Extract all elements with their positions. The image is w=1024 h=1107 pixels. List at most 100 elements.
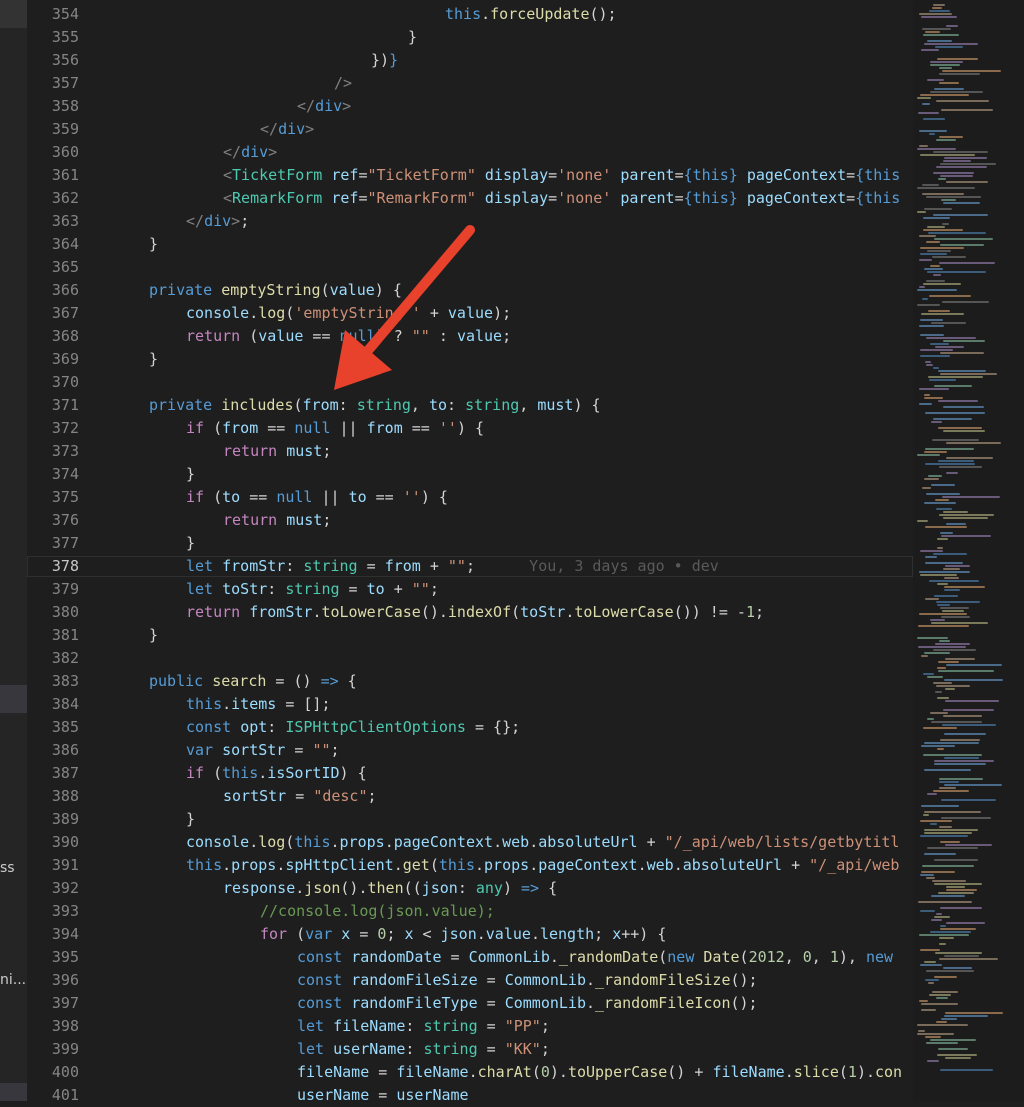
code-line[interactable]: })} xyxy=(371,49,398,72)
code-line[interactable]: } xyxy=(186,463,195,486)
code-token: > xyxy=(231,212,241,230)
sidebar-selected-item[interactable] xyxy=(0,685,27,713)
code-token: </ xyxy=(186,212,205,230)
code-token: } xyxy=(186,534,196,552)
code-token: x xyxy=(404,925,414,943)
minimap-line xyxy=(939,136,963,138)
code-line[interactable]: <TicketForm ref="TicketForm" display='no… xyxy=(223,164,900,187)
code-line[interactable]: const randomDate = CommonLib._randomDate… xyxy=(297,946,893,969)
minimap-line xyxy=(939,778,983,780)
code-line[interactable]: for (var x = 0; x < json.value.length; x… xyxy=(260,923,666,946)
sidebar-item-label[interactable]: ni... xyxy=(0,972,26,988)
code-line[interactable]: } xyxy=(149,348,158,371)
minimap-line xyxy=(931,895,965,897)
code-line[interactable]: const randomFileType = CommonLib._random… xyxy=(297,992,758,1015)
minimap-line xyxy=(924,961,936,963)
code-line[interactable]: var sortStr = ""; xyxy=(186,739,340,762)
code-line[interactable]: response.json().then((json: any) => { xyxy=(223,877,557,900)
minimap-line xyxy=(943,967,972,969)
code-token: ref xyxy=(331,166,359,184)
code-line[interactable]: </div> xyxy=(223,141,277,164)
code-token: (); xyxy=(589,5,617,23)
minimap-line xyxy=(946,523,966,525)
minimap-line xyxy=(926,196,981,198)
code-line[interactable]: } xyxy=(186,532,195,555)
explorer-sidebar: ss ni... xyxy=(0,0,27,1101)
code-line[interactable]: if (from == null || from == '') { xyxy=(186,417,484,440)
code-line[interactable]: userName = userName xyxy=(297,1084,469,1101)
code-token: + xyxy=(420,557,448,575)
code-line[interactable]: console.log(this.props.pageContext.web.a… xyxy=(186,831,899,854)
code-line[interactable]: return fromStr.toLowerCase().indexOf(toS… xyxy=(186,601,764,624)
code-token: = xyxy=(369,1063,397,1081)
code-token: web xyxy=(646,856,674,874)
code-line[interactable]: } xyxy=(186,808,195,831)
code-token: CommonLib xyxy=(504,994,586,1012)
code-line[interactable]: </div> xyxy=(260,118,314,141)
code-line[interactable]: /> xyxy=(334,72,352,95)
code-token: string xyxy=(465,396,520,414)
line-number: 363 xyxy=(51,212,79,230)
minimap-line xyxy=(924,502,956,504)
code-line[interactable]: let fileName: string = "PP"; xyxy=(297,1015,550,1038)
code-line[interactable]: //console.log(json.value); xyxy=(260,900,495,923)
code-token: ; xyxy=(367,787,377,805)
code-token: '' xyxy=(402,488,421,506)
code-line[interactable]: this.props.spHttpClient.get(this.props.p… xyxy=(186,854,899,877)
code-line[interactable]: if (this.isSortID) { xyxy=(186,762,367,785)
minimap-line xyxy=(922,28,951,30)
code-token: ; xyxy=(594,925,613,943)
minimap-line xyxy=(934,595,958,597)
code-line[interactable]: private emptyString(value) { xyxy=(149,279,402,302)
code-token: absoluteUrl xyxy=(682,856,783,874)
code-line[interactable]: return must; xyxy=(223,440,331,463)
code-line[interactable]: console.log('emptyString ' + value); xyxy=(186,302,511,325)
code-line[interactable]: } xyxy=(149,624,158,647)
code-line[interactable]: <RemarkForm ref="RemarkForm" display='no… xyxy=(223,187,900,210)
code-token: ) { xyxy=(456,419,485,437)
code-line[interactable]: const randomFileSize = CommonLib._random… xyxy=(297,969,758,992)
code-editor[interactable]: this.forceUpdate();}})}/> </div> </div> </d… xyxy=(85,0,913,1101)
code-line[interactable]: return (value == null) ? "" : value; xyxy=(186,325,511,348)
code-line[interactable]: let fromStr: string = from + ""; You, 3 … xyxy=(186,555,719,578)
code-token: : xyxy=(429,327,457,345)
code-line[interactable]: public search = () => { xyxy=(149,670,357,693)
code-line[interactable]: sortStr = "desc"; xyxy=(223,785,377,808)
minimap-line xyxy=(922,103,930,105)
code-token: this xyxy=(438,856,475,874)
code-line[interactable]: </div> xyxy=(297,95,351,118)
line-number: 397 xyxy=(51,994,79,1012)
code-token: _randomDate xyxy=(558,948,659,966)
code-line[interactable]: private includes(from: string, to: strin… xyxy=(149,394,601,417)
code-line[interactable]: </div>; xyxy=(186,210,249,233)
code-token: ) { xyxy=(573,396,601,414)
code-line[interactable]: this.forceUpdate(); xyxy=(445,3,617,26)
code-line[interactable]: const opt: ISPHttpClientOptions = {}; xyxy=(186,716,520,739)
code-token: = xyxy=(441,948,469,966)
code-line[interactable]: } xyxy=(408,26,417,49)
minimap[interactable] xyxy=(913,0,1024,1101)
sidebar-item-label[interactable]: ss xyxy=(0,860,15,876)
code-line[interactable]: let userName: string = "KK"; xyxy=(297,1038,550,1061)
code-token: to xyxy=(222,488,241,506)
code-token: . xyxy=(529,833,539,851)
code-token: "" xyxy=(312,741,331,759)
minimap-line xyxy=(926,364,933,366)
code-token: . xyxy=(784,1063,794,1081)
code-token: . xyxy=(529,856,539,874)
code-line[interactable]: return must; xyxy=(223,509,331,532)
minimap-line xyxy=(917,304,940,306)
code-line[interactable]: let toStr: string = to + ""; xyxy=(186,578,439,601)
minimap-line xyxy=(927,793,937,795)
minimap-line xyxy=(943,568,960,570)
code-line[interactable]: this.items = []; xyxy=(186,693,331,716)
minimap-line xyxy=(940,607,969,609)
minimap-line xyxy=(922,193,964,195)
code-token: props xyxy=(484,856,530,874)
sidebar-item-bottom[interactable] xyxy=(0,1083,27,1101)
code-line[interactable]: fileName = fileName.charAt(0).toUpperCas… xyxy=(297,1061,902,1084)
code-line[interactable]: } xyxy=(149,233,158,256)
code-line[interactable]: if (to == null || to == '') { xyxy=(186,486,448,509)
line-number: 385 xyxy=(51,718,79,736)
